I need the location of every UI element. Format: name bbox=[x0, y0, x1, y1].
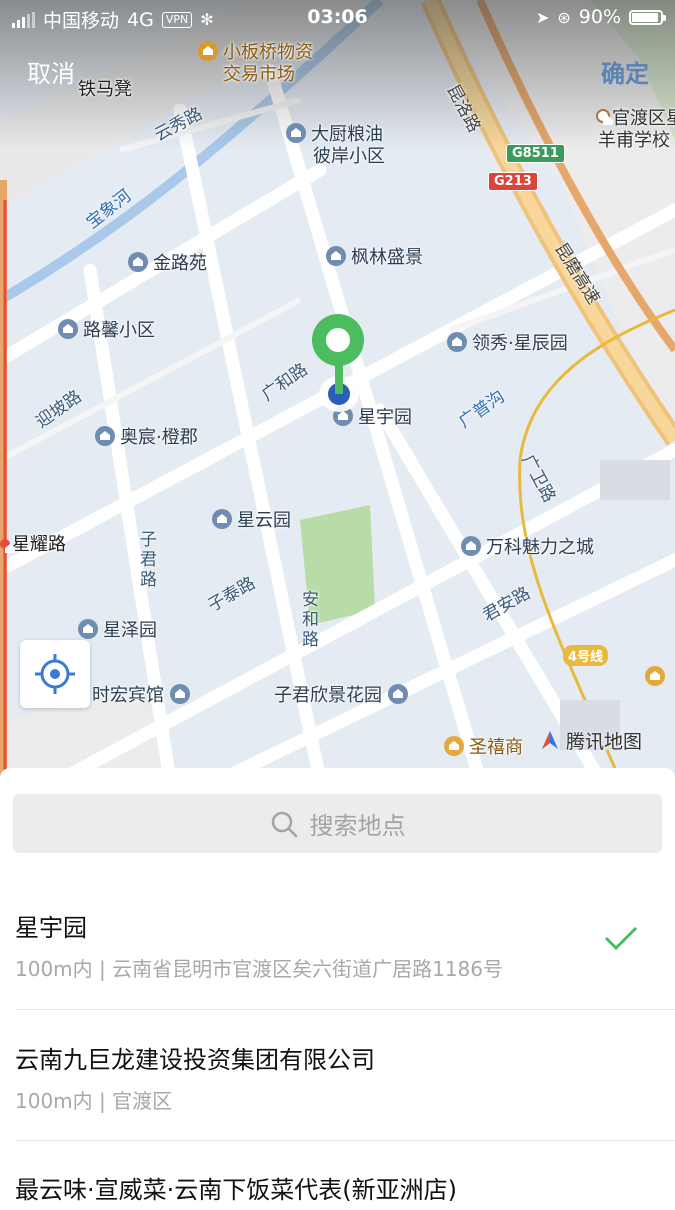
metro-shield: 4号线 bbox=[563, 645, 609, 666]
result-name: 云南九巨龙建设投资集团有限公司 bbox=[15, 1046, 375, 1074]
rotation-lock-icon: ⊛ bbox=[557, 7, 571, 27]
map-label[interactable]: 万科魅力之城 bbox=[461, 533, 594, 559]
battery-percent: 90% bbox=[578, 6, 621, 28]
search-placeholder: 搜索地点 bbox=[309, 812, 406, 840]
crosshair-icon bbox=[35, 654, 75, 694]
check-icon bbox=[604, 926, 638, 951]
map-label[interactable]: 奥宸·橙郡 bbox=[95, 423, 198, 449]
map-label[interactable]: 枫林盛景 bbox=[326, 243, 423, 269]
result-item[interactable]: 星宇园 100m内 | 云南省昆明市官渡区矣六街道广居路1186号 bbox=[15, 908, 675, 1010]
map-label[interactable]: 彼岸小区 bbox=[313, 142, 385, 168]
tencent-map-icon bbox=[542, 730, 558, 749]
map-label[interactable]: 子君欣景花园 bbox=[274, 681, 408, 707]
map-logo: 腾讯地图 bbox=[538, 727, 642, 754]
map-view[interactable]: 小板桥物资 交易市场 铁马凳 大厨粮油 彼岸小区 官渡区星 羊甫学校 金路苑 枫… bbox=[0, 0, 675, 780]
result-address: 100m内 | 官渡区 bbox=[15, 1089, 173, 1113]
status-bar: 中国移动 4G VPN ✻ 03:06 ➤ ⊛ 90% bbox=[0, 0, 675, 34]
map-label[interactable]: 领秀·星辰园 bbox=[447, 329, 568, 355]
road-label: 子君路 bbox=[140, 530, 157, 590]
map-label[interactable]: 圣禧商 bbox=[444, 733, 523, 759]
road-label: 安和路 bbox=[302, 590, 319, 650]
location-pin-icon bbox=[312, 314, 364, 412]
map-label[interactable]: 交易市场 bbox=[223, 60, 295, 86]
locate-me-button[interactable] bbox=[20, 640, 90, 708]
search-icon bbox=[271, 811, 297, 837]
map-label[interactable]: 铁马凳 bbox=[78, 75, 132, 101]
battery-icon bbox=[629, 9, 666, 25]
result-address: 100m内 | 云南省昆明市官渡区矣六街道广居路1186号 bbox=[15, 957, 504, 981]
result-name: 星宇园 bbox=[15, 914, 87, 942]
highway-shield: G213 bbox=[488, 172, 538, 191]
map-label[interactable]: 星泽园 bbox=[78, 616, 157, 642]
search-bar[interactable]: 搜索地点 bbox=[13, 794, 662, 853]
map-label[interactable]: 金路苑 bbox=[128, 249, 207, 275]
map-label[interactable]: 时宏宾馆 bbox=[92, 681, 190, 707]
highway-shield: G8511 bbox=[506, 144, 565, 163]
confirm-button[interactable]: 确定 bbox=[601, 54, 649, 89]
map-label[interactable]: 羊甫学校 bbox=[598, 126, 670, 152]
cancel-button[interactable]: 取消 bbox=[27, 54, 75, 89]
map-label[interactable]: 星云园 bbox=[212, 506, 291, 532]
map-label[interactable] bbox=[645, 666, 670, 688]
location-arrow-icon: ➤ bbox=[535, 7, 550, 27]
result-item[interactable]: 最云味·宣威菜·云南下饭菜代表(新亚洲店) bbox=[15, 1170, 675, 1210]
result-item[interactable]: 云南九巨龙建设投资集团有限公司 100m内 | 官渡区 bbox=[15, 1040, 675, 1141]
map-logo-text: 腾讯地图 bbox=[566, 731, 643, 753]
map-label[interactable]: 星耀路 bbox=[0, 530, 66, 556]
map-label[interactable]: 路馨小区 bbox=[58, 316, 155, 342]
results-sheet: 搜索地点 星宇园 100m内 | 云南省昆明市官渡区矣六街道广居路1186号 云… bbox=[0, 768, 675, 1204]
